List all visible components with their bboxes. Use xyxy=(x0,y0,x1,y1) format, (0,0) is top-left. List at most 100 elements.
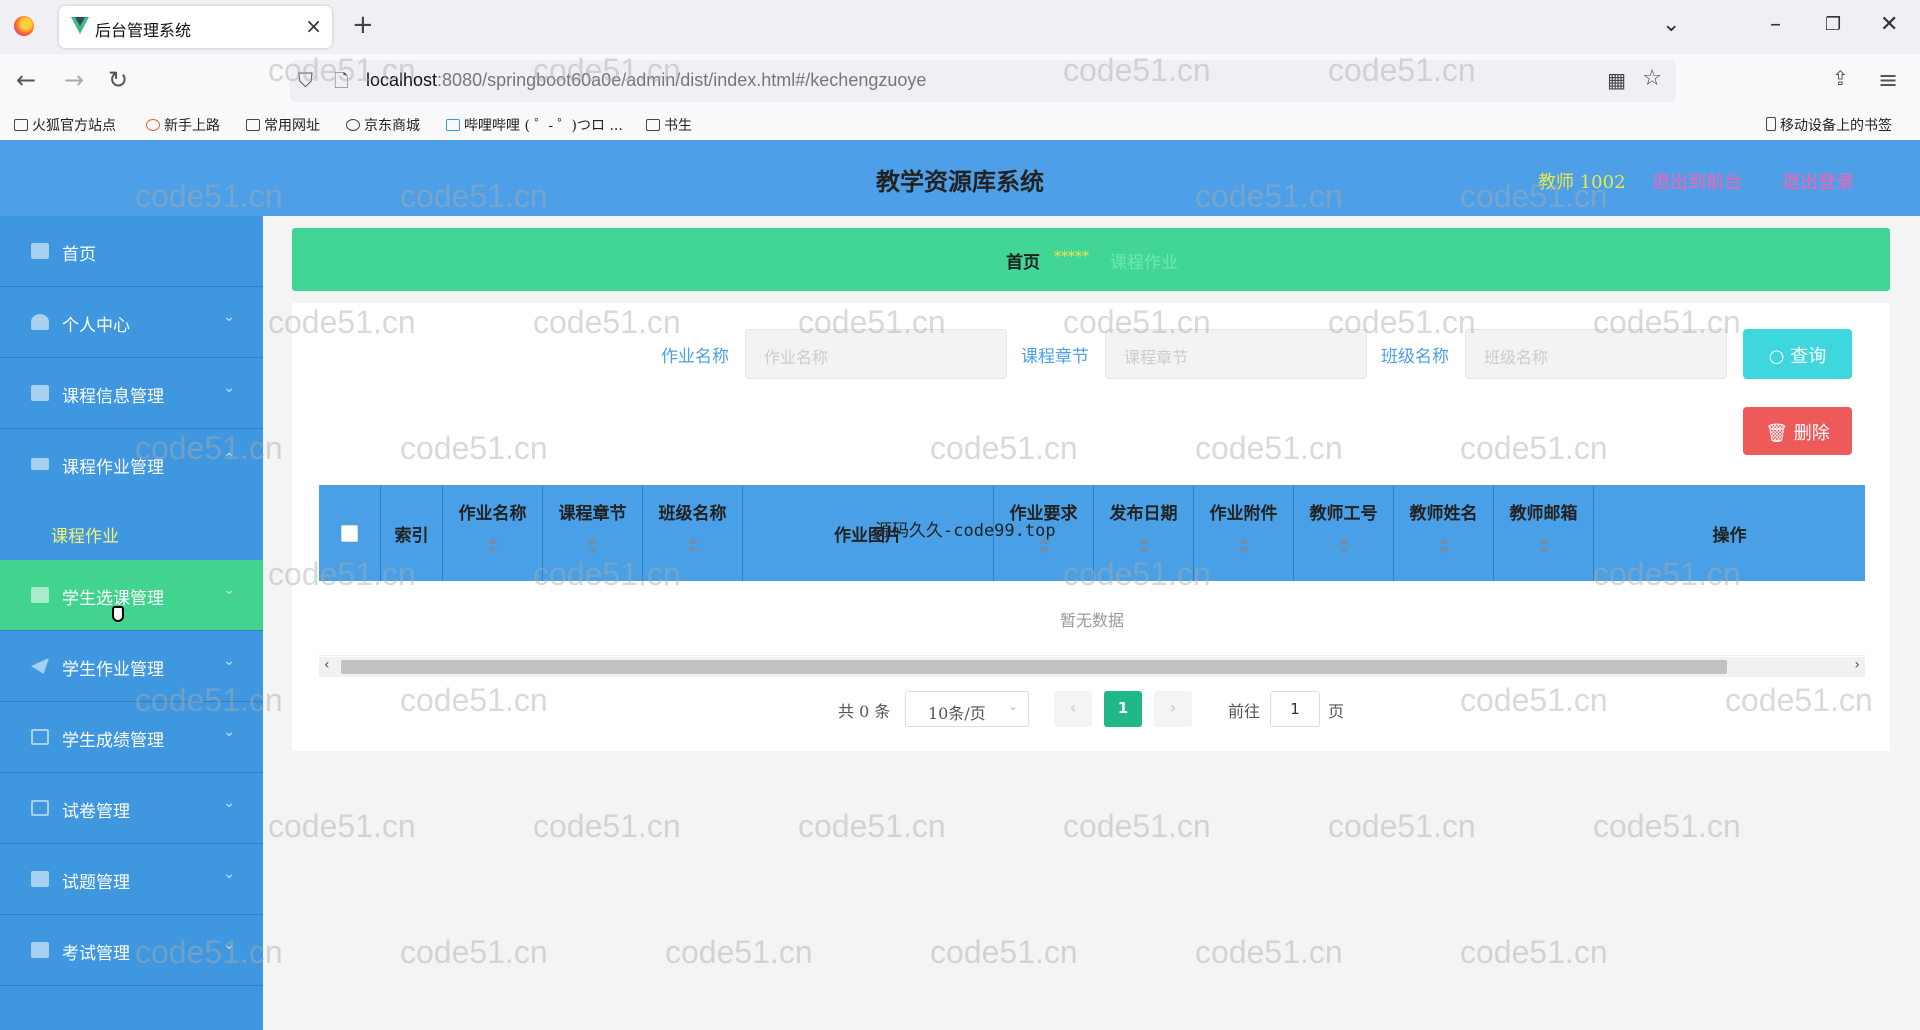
clipboard-icon xyxy=(31,942,49,958)
briefcase-icon xyxy=(31,385,49,401)
prev-page-button[interactable]: ‹ xyxy=(1054,691,1092,727)
phone-icon xyxy=(1766,117,1776,131)
bookmark-item[interactable]: 新手上路 xyxy=(146,115,220,135)
chapter-input[interactable]: 课程章节 xyxy=(1105,329,1367,379)
goto-label: 前往 xyxy=(1228,702,1261,721)
sort-icon[interactable] xyxy=(1238,537,1250,557)
class-name-input[interactable]: 班级名称 xyxy=(1465,329,1727,379)
sidebar-item-exams[interactable]: 考试管理 ⌄ xyxy=(0,915,263,986)
extensions-icon[interactable]: ⇪ xyxy=(1832,66,1849,90)
reload-icon[interactable]: ↻ xyxy=(108,66,128,94)
bookmark-item[interactable]: 常用网址 xyxy=(246,115,320,135)
back-icon[interactable]: ← xyxy=(16,66,36,94)
sidebar-item-label: 考试管理 xyxy=(62,944,130,964)
watermark: code51.cn xyxy=(400,934,548,970)
shield-icon[interactable]: ⛉ xyxy=(298,68,313,92)
back-to-front-link[interactable]: 退出到前台 xyxy=(1652,168,1742,194)
watermark: code51.cn xyxy=(1195,934,1343,970)
column-header[interactable]: 教师邮箱 xyxy=(1494,485,1594,581)
sort-icon[interactable] xyxy=(1438,537,1450,557)
sidebar-item-student-course-selection[interactable]: 学生选课管理 ⌄ xyxy=(0,560,263,631)
mobile-bookmarks[interactable]: 移动设备上的书签 xyxy=(1766,115,1892,135)
query-button[interactable]: ○ 查询 xyxy=(1743,329,1852,379)
tab-title: 后台管理系统 xyxy=(95,21,192,40)
chevron-down-icon: ⌄ xyxy=(223,380,235,396)
folder-icon xyxy=(14,119,28,131)
bookmark-item[interactable]: 书生 xyxy=(646,115,692,135)
pagination-total: 共 0 条 xyxy=(838,702,891,721)
column-header[interactable]: 作业附件 xyxy=(1194,485,1294,581)
watermark: code51.cn xyxy=(1328,808,1476,844)
sidebar-item-personal-center[interactable]: 个人中心 ⌄ xyxy=(0,287,263,358)
scroll-right-icon[interactable]: › xyxy=(1854,657,1860,673)
column-header[interactable]: 作业名称 xyxy=(443,485,543,581)
current-user: 教师 1002 xyxy=(1538,172,1626,193)
sidebar-item-course-homework[interactable]: 课程作业管理 ⌃ xyxy=(0,429,263,500)
restore-icon[interactable]: ❐ xyxy=(1825,14,1841,35)
qr-code-icon[interactable]: ▦ xyxy=(1607,68,1626,92)
new-tab-icon[interactable]: + xyxy=(352,10,374,40)
firefox-icon[interactable] xyxy=(14,16,34,36)
bookmark-item[interactable]: 哔哩哔哩 ( ゜- ゜)つロ ... xyxy=(446,115,623,135)
page-number-current[interactable]: 1 xyxy=(1104,691,1142,727)
chevron-down-icon: ⌄ xyxy=(223,795,235,811)
sidebar-item-student-grades[interactable]: 学生成绩管理 ⌄ xyxy=(0,702,263,773)
sort-icon[interactable] xyxy=(687,537,699,557)
bookmark-star-icon[interactable]: ☆ xyxy=(1642,66,1662,91)
watermark: code51.cn xyxy=(665,934,813,970)
sidebar-item-student-homework[interactable]: 学生作业管理 ⌄ xyxy=(0,631,263,702)
sort-icon[interactable] xyxy=(587,537,599,557)
scroll-left-icon[interactable]: ‹ xyxy=(324,657,330,673)
homework-name-input[interactable]: 作业名称 xyxy=(745,329,1007,379)
sidebar-item-questions[interactable]: 试题管理 ⌄ xyxy=(0,844,263,915)
sort-icon[interactable] xyxy=(1338,537,1350,557)
breadcrumb-separator: ***** xyxy=(1054,249,1089,265)
tab-close-icon[interactable]: × xyxy=(305,14,322,38)
url-bar[interactable]: ⛉ 🗋 localhost:8080/springboot60a0e/admin… xyxy=(290,60,1676,102)
page-size-select[interactable]: 10条/页 ⌄ xyxy=(905,691,1029,727)
browser-tab[interactable]: 后台管理系统 × xyxy=(59,6,332,48)
home-icon xyxy=(31,243,49,259)
select-all-checkbox[interactable] xyxy=(341,525,358,542)
sidebar-item-exam-papers[interactable]: 试卷管理 ⌄ xyxy=(0,773,263,844)
sidebar-item-label: 学生作业管理 xyxy=(62,660,164,680)
column-header[interactable]: 教师工号 xyxy=(1294,485,1394,581)
url-text[interactable]: localhost:8080/springboot60a0e/admin/dis… xyxy=(366,70,926,91)
sort-icon[interactable] xyxy=(487,537,499,557)
logout-link[interactable]: 退出登录 xyxy=(1782,168,1854,194)
column-header[interactable]: 教师姓名 xyxy=(1394,485,1494,581)
tab-list-chevron-icon[interactable]: ⌄ xyxy=(1662,12,1680,37)
sidebar-item-label: 课程信息管理 xyxy=(62,387,164,407)
watermark: code51.cn xyxy=(1460,934,1608,970)
chevron-down-icon: ⌄ xyxy=(223,309,235,325)
breadcrumb-current: 课程作业 xyxy=(1110,253,1178,273)
mail-icon xyxy=(31,729,49,745)
breadcrumb-home[interactable]: 首页 xyxy=(1006,248,1040,273)
sort-icon[interactable] xyxy=(1138,537,1150,557)
clipboard-icon xyxy=(31,871,49,887)
next-page-button[interactable]: › xyxy=(1154,691,1192,727)
bookmark-item[interactable]: 京东商城 xyxy=(346,115,420,135)
scrollbar-thumb[interactable] xyxy=(341,660,1727,674)
sidebar-item-course-info[interactable]: 课程信息管理 ⌄ xyxy=(0,358,263,429)
column-header[interactable]: 发布日期 xyxy=(1094,485,1194,581)
goto-page-input[interactable]: 1 xyxy=(1270,691,1320,727)
forward-icon[interactable]: → xyxy=(64,66,84,94)
page-size-value: 10条/页 xyxy=(928,704,986,723)
window-close-icon[interactable]: ✕ xyxy=(1880,12,1898,37)
column-header[interactable]: 课程章节 xyxy=(543,485,643,581)
minimize-icon[interactable]: – xyxy=(1770,12,1781,37)
sidebar-item-label: 学生成绩管理 xyxy=(62,731,164,751)
delete-button-label: 删除 xyxy=(1793,423,1830,444)
table-body: 暂无数据 xyxy=(319,581,1865,656)
column-header[interactable]: 班级名称 xyxy=(643,485,743,581)
sidebar-item-home[interactable]: 首页 xyxy=(0,216,263,287)
sidebar-item-label: 课程作业 xyxy=(51,527,119,547)
horizontal-scrollbar[interactable]: ‹ › xyxy=(319,657,1865,677)
sort-icon[interactable] xyxy=(1538,537,1550,557)
bookmark-item[interactable]: 火狐官方站点 xyxy=(14,115,116,135)
menu-icon[interactable]: ≡ xyxy=(1878,66,1898,94)
delete-button[interactable]: 🗑 删除 xyxy=(1743,407,1852,455)
trash-icon: 🗑 xyxy=(1765,423,1789,444)
mouse-cursor-icon xyxy=(112,606,124,622)
